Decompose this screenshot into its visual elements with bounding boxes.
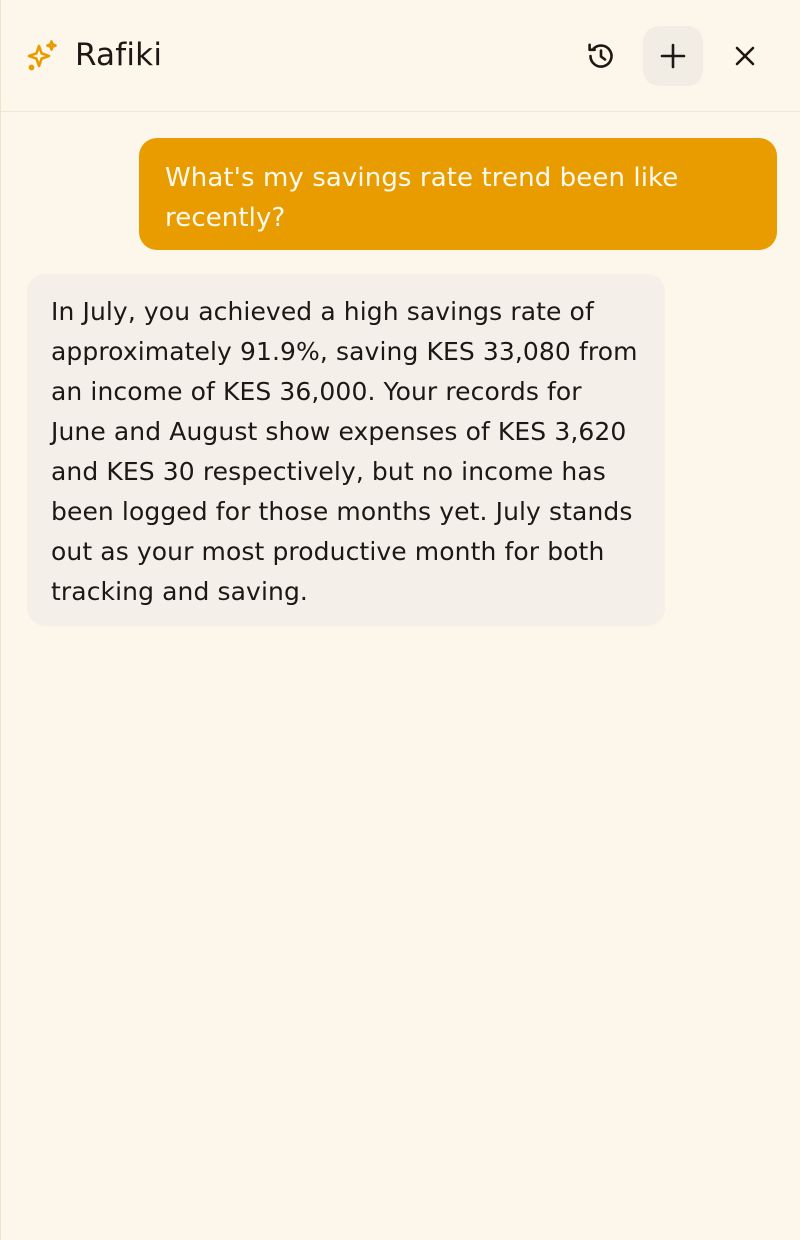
close-icon: [733, 44, 757, 68]
panel-title: Rafiki: [75, 37, 163, 73]
assistant-message: In July, you achieved a high savings rat…: [27, 274, 665, 626]
history-button[interactable]: [571, 26, 631, 86]
sparkles-icon: [25, 39, 59, 73]
assistant-panel: Rafiki What's my savings rate trend been…: [0, 0, 800, 1240]
new-chat-button[interactable]: [643, 26, 703, 86]
user-message: What's my savings rate trend been like r…: [139, 138, 777, 250]
panel-header: Rafiki: [1, 0, 800, 112]
close-button[interactable]: [715, 26, 775, 86]
history-icon: [585, 40, 617, 72]
plus-icon: [659, 42, 687, 70]
